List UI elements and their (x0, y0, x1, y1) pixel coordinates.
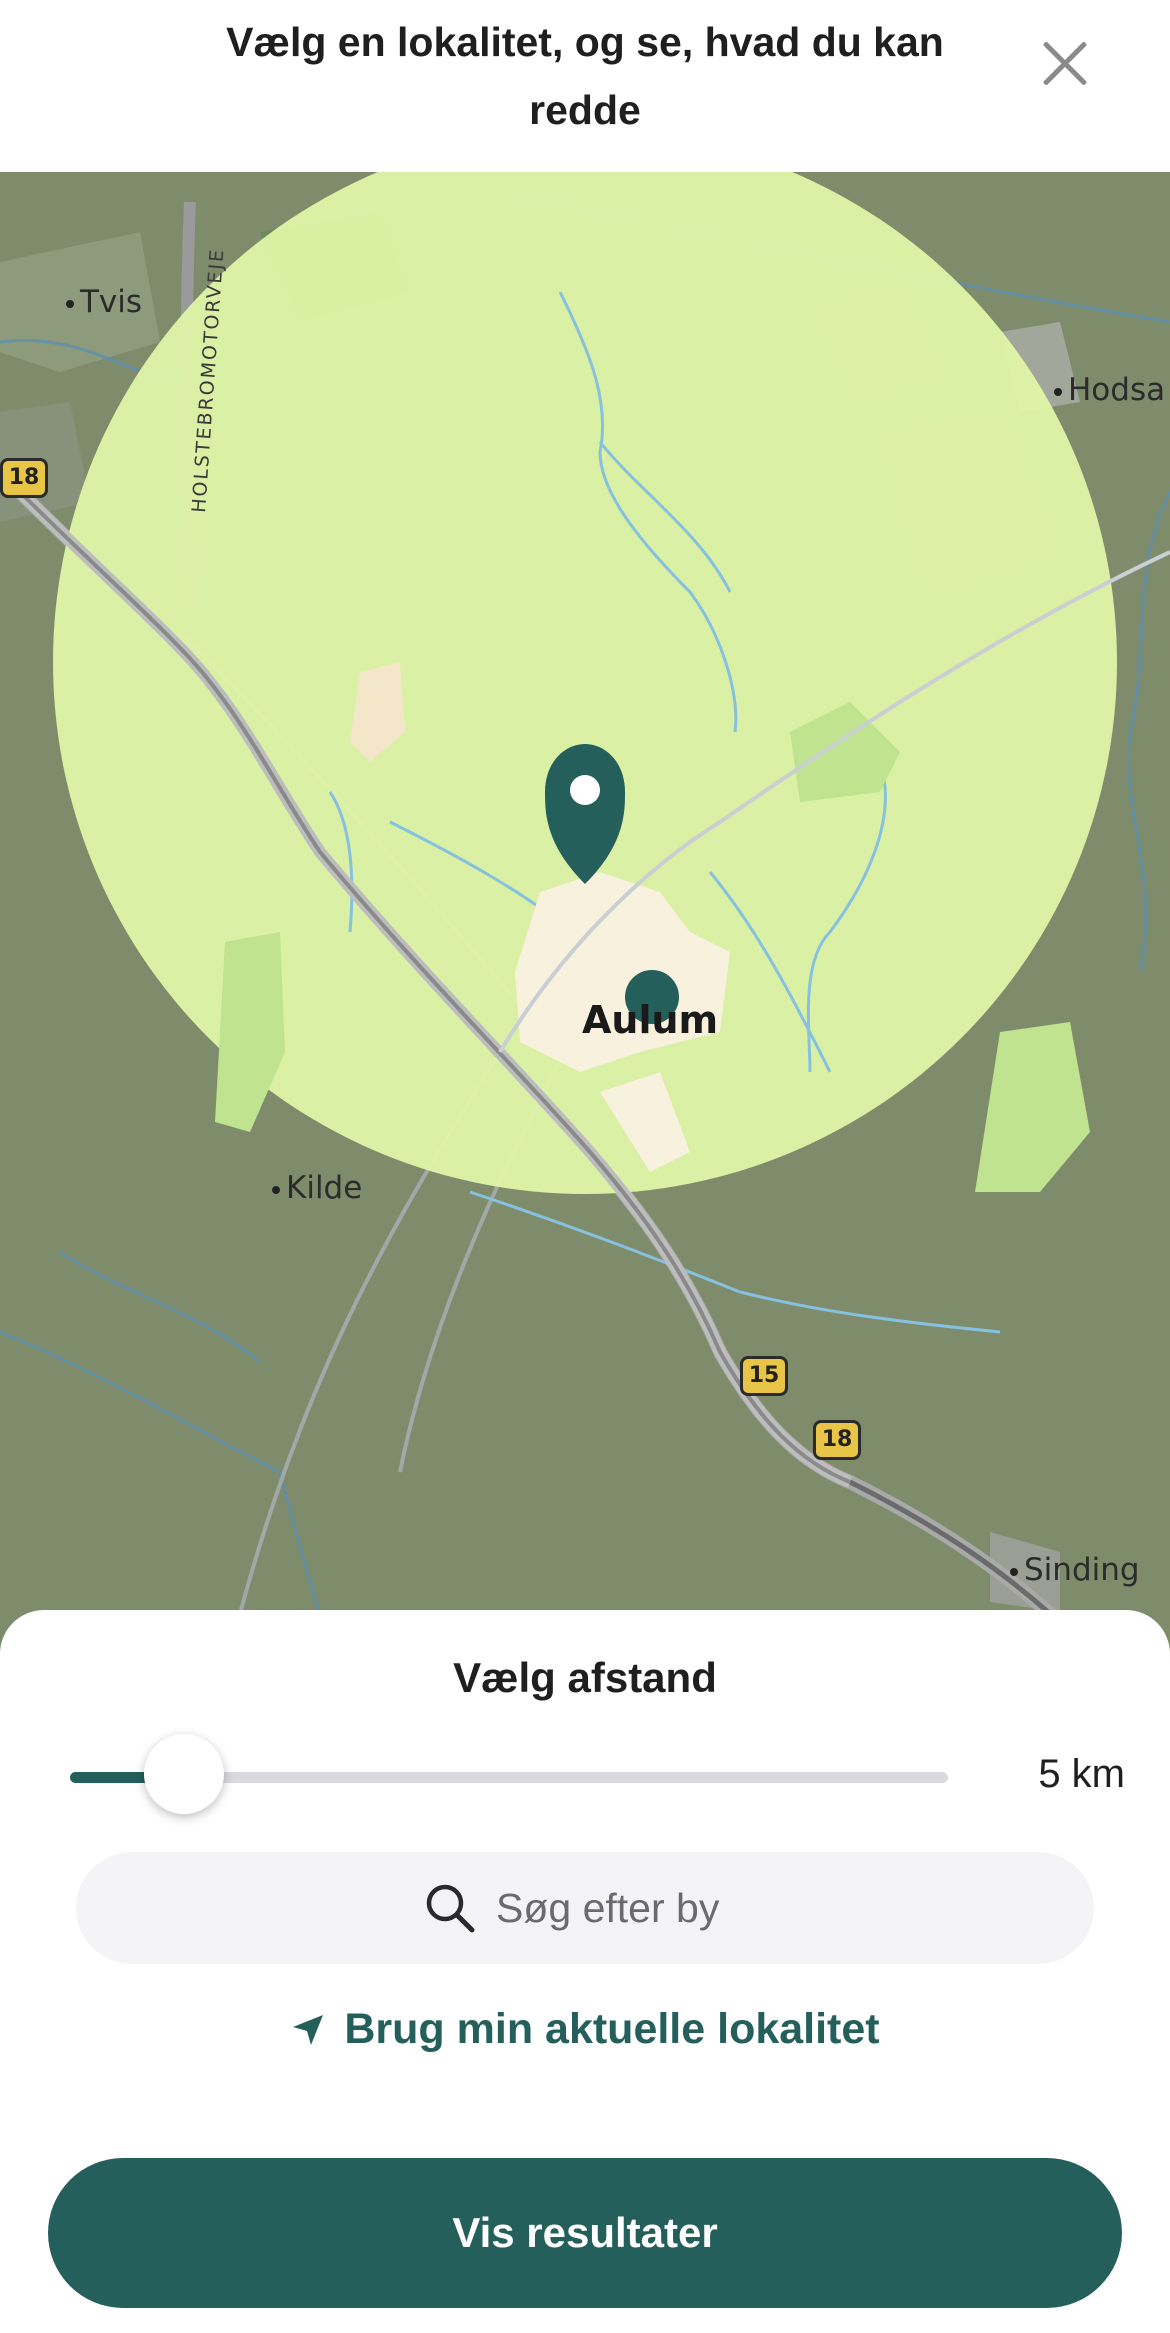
road-shield: 18 (0, 458, 48, 498)
distance-sheet: Vælg afstand 5 km Brug min aktuelle loka… (0, 1610, 1170, 2333)
place-label-kilde: Kilde (272, 1170, 362, 1206)
navigation-arrow-icon (293, 2014, 324, 2045)
use-location-label: Brug min aktuelle lokalitet (344, 2005, 880, 2053)
road-shield: 18 (813, 1420, 861, 1460)
map-view[interactable]: Tvis Hodsa Kilde Sinding Aulum HOLSTEBRO… (0, 172, 1170, 1652)
place-label-hodsa: Hodsa (1054, 372, 1165, 408)
distance-value: 5 km (1038, 1752, 1125, 1796)
search-input[interactable] (494, 1874, 998, 1942)
sheet-title: Vælg afstand (453, 1654, 717, 1701)
place-label-tvis: Tvis (66, 284, 142, 320)
close-icon[interactable] (1030, 28, 1100, 98)
use-current-location-button[interactable]: Brug min aktuelle lokalitet (0, 2005, 1170, 2075)
search-icon (426, 1884, 475, 1933)
header: Vælg en lokalitet, og se, hvad du kan re… (0, 0, 1170, 172)
map-canvas (0, 172, 1170, 1652)
town-label-aulum: Aulum (582, 998, 719, 1042)
road-shield: 15 (740, 1356, 788, 1396)
distance-slider-thumb[interactable] (144, 1734, 224, 1814)
city-search[interactable] (76, 1852, 1094, 1964)
place-label-sinding: Sinding (1010, 1552, 1140, 1588)
page-title: Vælg en lokalitet, og se, hvad du kan re… (226, 19, 944, 133)
show-results-button[interactable]: Vis resultater (48, 2158, 1122, 2308)
